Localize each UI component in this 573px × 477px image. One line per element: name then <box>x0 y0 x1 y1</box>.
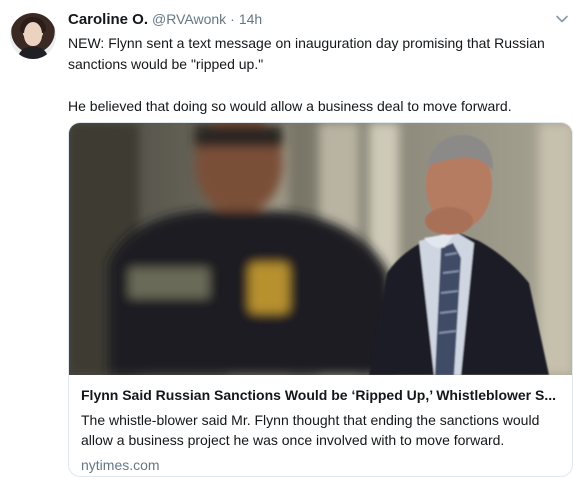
card-title[interactable]: Flynn Said Russian Sanctions Would be ‘R… <box>81 385 566 405</box>
author-handle[interactable]: @RVAwonk <box>152 11 226 27</box>
tweet-text-line-2: He believed that doing so would allow a … <box>68 98 512 114</box>
chevron-down-icon[interactable] <box>555 12 569 26</box>
tweet-text-line-1: NEW: Flynn sent a text message on inaugu… <box>68 35 545 72</box>
separator-dot: · <box>230 11 235 27</box>
card-body: Flynn Said Russian Sanctions Would be ‘R… <box>69 375 572 476</box>
card-description: The whistle-blower said Mr. Flynn though… <box>81 412 540 448</box>
avatar-body <box>18 47 48 59</box>
tweet-header: Caroline O. @RVAwonk · 14h <box>68 11 262 31</box>
link-card[interactable]: Flynn Said Russian Sanctions Would be ‘R… <box>68 122 573 477</box>
card-domain[interactable]: nytimes.com <box>81 456 562 474</box>
tweet[interactable]: Caroline O. @RVAwonk · 14h NEW: Flynn se… <box>0 0 573 477</box>
avatar[interactable] <box>10 13 56 59</box>
author-name[interactable]: Caroline O. <box>68 11 148 28</box>
tweet-text: NEW: Flynn sent a text message on inaugu… <box>68 33 558 117</box>
avatar-face <box>24 22 42 46</box>
timestamp[interactable]: 14h <box>239 11 262 27</box>
card-image <box>69 123 572 375</box>
